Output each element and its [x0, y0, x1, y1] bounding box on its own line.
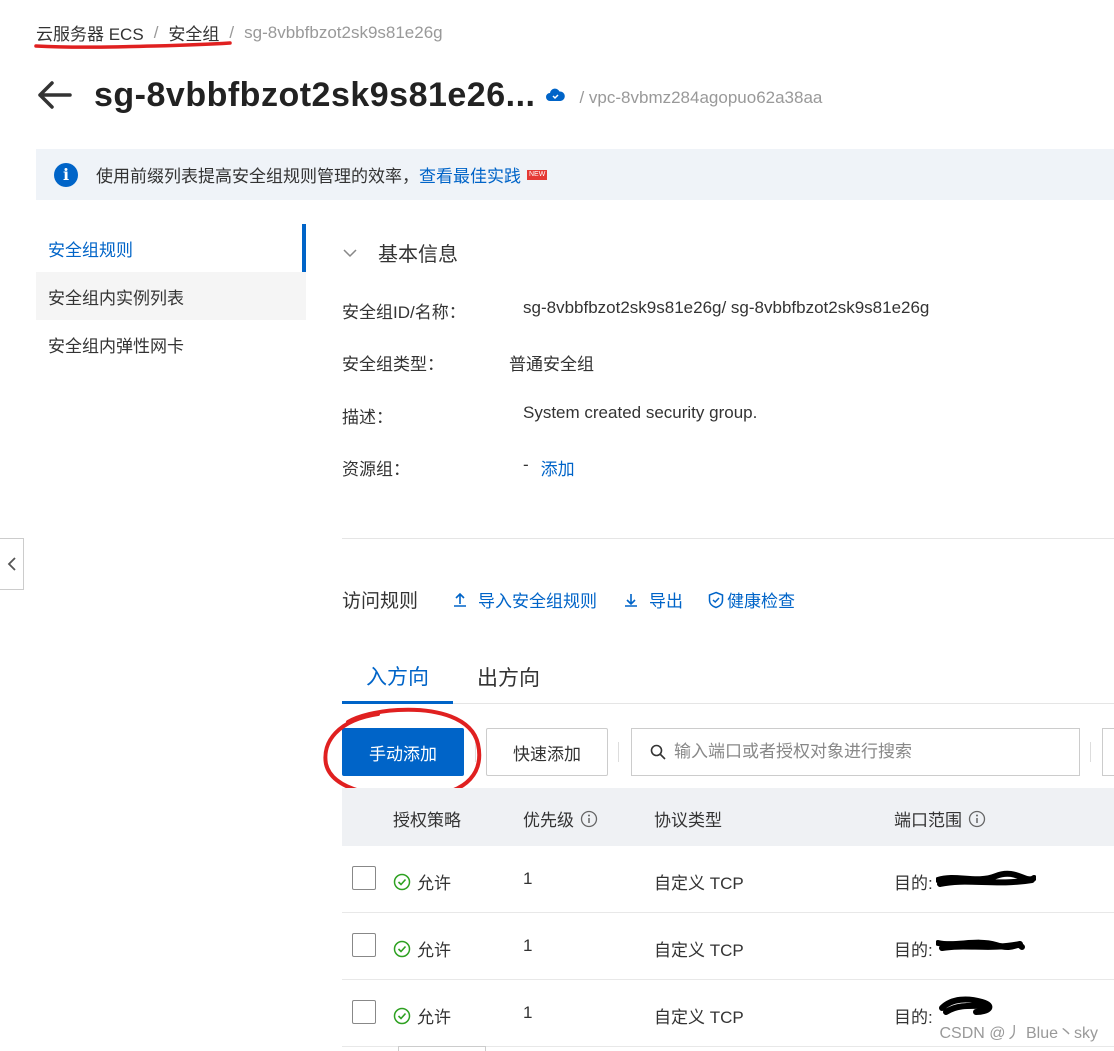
row-checkbox[interactable]: [352, 866, 376, 890]
redaction-scribble: [936, 939, 1025, 951]
breadcrumb-current: sg-8vbbfbzot2sk9s81e26g: [244, 22, 443, 42]
red-circle-annotation: [323, 707, 482, 799]
upload-icon: [454, 592, 467, 607]
import-rules-button[interactable]: 导入安全组规则: [452, 587, 597, 612]
chevron-left-icon: [7, 557, 16, 571]
health-check-button[interactable]: 健康检查: [707, 587, 795, 612]
shield-check-icon: [708, 591, 724, 608]
notice-banner: i 使用前缀列表提高安全组规则管理的效率， 查看最佳实践 NEW: [36, 149, 1114, 200]
help-icon[interactable]: [580, 810, 598, 828]
info-key: 安全组类型：: [342, 355, 444, 374]
policy-cell: 允许: [393, 869, 451, 894]
policy-label: 允许: [417, 941, 451, 960]
import-rules-label: 导入安全组规则: [478, 592, 598, 611]
protocol-cell: 自定义 TCP: [654, 1008, 744, 1027]
side-navigation: 安全组规则 安全组内实例列表 安全组内弹性网卡: [36, 224, 306, 368]
info-value: System created security group.: [523, 403, 758, 422]
policy-label: 允许: [417, 874, 451, 893]
protocol-cell: 自定义 TCP: [654, 874, 744, 893]
toolbar-separator: [618, 742, 619, 762]
table-row: 允许 1 自定义 TCP 目的:: [342, 846, 1114, 913]
notice-text: 使用前缀列表提高安全组规则管理的效率，: [96, 167, 419, 186]
search-box: [631, 728, 1080, 776]
port-cell: 目的:: [894, 941, 933, 960]
info-row-description: 描述： System created security group.: [342, 403, 757, 428]
toolbar-separator: [1090, 742, 1091, 762]
filter-dropdown[interactable]: [1102, 728, 1114, 776]
export-button[interactable]: 导出: [623, 587, 683, 612]
info-icon: i: [54, 162, 78, 187]
direction-tabs: 入方向 出方向: [342, 650, 1114, 704]
new-badge: NEW: [527, 169, 548, 180]
help-icon[interactable]: [968, 810, 986, 828]
tab-outbound[interactable]: 出方向: [453, 650, 564, 704]
download-icon: [625, 593, 638, 607]
priority-cell: 1: [523, 869, 533, 888]
info-value: sg-8vbbfbzot2sk9s81e26g/ sg-8vbbfbzot2sk…: [523, 298, 930, 317]
info-key: 描述：: [342, 408, 393, 427]
info-row-id: 安全组ID/名称： sg-8vbbfbzot2sk9s81e26g/ sg-8v…: [342, 298, 929, 323]
rules-table: 授权策略 优先级 协议类型 端口范围 允许 1 自定义 TCP 目的: 允许 1…: [342, 788, 1114, 1047]
best-practice-link[interactable]: 查看最佳实践: [419, 162, 521, 187]
policy-cell: 允许: [393, 1003, 451, 1028]
column-header-port-range: 端口范围: [894, 806, 986, 831]
search-icon: [650, 744, 666, 760]
info-row-resource-group: 资源组： - 添加: [342, 455, 575, 480]
column-header-policy: 授权策略: [393, 811, 461, 830]
vpc-label[interactable]: / vpc-8vbmz284agopuo62a38aa: [579, 88, 822, 108]
health-check-label: 健康检查: [727, 592, 796, 611]
redaction-scribble: [936, 870, 1036, 887]
check-circle-icon: [393, 1007, 411, 1024]
column-header-protocol: 协议类型: [654, 811, 722, 830]
info-value: 普通安全组: [509, 355, 594, 374]
info-key: 安全组ID/名称：: [342, 303, 466, 322]
row-checkbox[interactable]: [352, 1000, 376, 1024]
check-circle-icon: [393, 873, 411, 890]
basic-info-title: 基本信息: [378, 244, 458, 266]
table-row: 允许 1 自定义 TCP 目的:: [342, 913, 1114, 980]
access-rules-title: 访问规则: [342, 591, 419, 612]
row-checkbox[interactable]: [352, 933, 376, 957]
sidebar-item-instances[interactable]: 安全组内实例列表: [36, 272, 306, 320]
policy-cell: 允许: [393, 936, 451, 961]
redaction-scribble: [939, 996, 993, 1015]
sidebar-item-rules[interactable]: 安全组规则: [36, 224, 306, 272]
info-value: -: [523, 455, 529, 474]
export-label: 导出: [649, 592, 684, 611]
watermark: CSDN @丿 Blue丶sky: [939, 1025, 1099, 1042]
page-title: sg-8vbbfbzot2sk9s81e26...: [94, 75, 536, 114]
port-cell: 目的:: [894, 1008, 933, 1027]
column-header-priority: 优先级: [523, 806, 598, 831]
table-header: 授权策略 优先级 协议类型 端口范围: [342, 788, 1114, 846]
column-label: 端口范围: [894, 811, 962, 830]
protocol-cell: 自定义 TCP: [654, 941, 744, 960]
tab-inbound[interactable]: 入方向: [342, 650, 453, 704]
pagination-stub: [398, 1046, 486, 1051]
search-input[interactable]: [674, 742, 1074, 762]
port-cell: 目的:: [894, 874, 933, 893]
priority-cell: 1: [523, 1003, 533, 1022]
check-circle-icon: [393, 940, 411, 957]
policy-label: 允许: [417, 1008, 451, 1027]
info-key: 资源组：: [342, 460, 410, 479]
add-resource-group-link[interactable]: 添加: [541, 455, 575, 480]
red-underline-annotation: [34, 41, 232, 49]
basic-info-header[interactable]: 基本信息: [342, 238, 458, 267]
quick-add-button[interactable]: 快速添加: [486, 728, 608, 776]
sidebar-item-enis[interactable]: 安全组内弹性网卡: [36, 320, 306, 368]
section-divider: [342, 538, 1114, 539]
chevron-down-icon: [342, 245, 358, 261]
access-rules-header: 访问规则 导入安全组规则 导出 健康检查: [342, 586, 795, 613]
title-row: sg-8vbbfbzot2sk9s81e26... / vpc-8vbmz284…: [36, 70, 822, 120]
column-label: 优先级: [523, 811, 574, 830]
cloud-sync-icon[interactable]: [545, 85, 566, 105]
collapse-sidebar-button[interactable]: [0, 538, 24, 590]
back-arrow-icon[interactable]: [36, 75, 76, 115]
priority-cell: 1: [523, 936, 533, 955]
info-row-type: 安全组类型： 普通安全组: [342, 350, 594, 375]
